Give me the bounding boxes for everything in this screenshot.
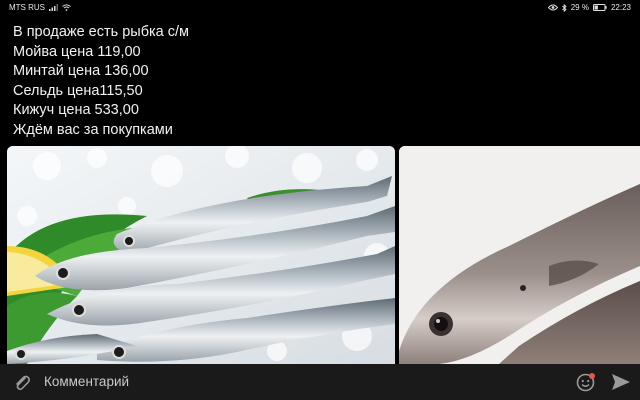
post-line: В продаже есть рыбка с/м	[13, 24, 190, 40]
send-icon[interactable]	[611, 373, 631, 391]
status-left: MTS RUS	[9, 3, 71, 12]
post-line: Сельдь цена115,50	[13, 82, 143, 99]
pollock-fish-photo	[399, 146, 640, 364]
status-right: 29 % 22:23	[547, 3, 631, 12]
eye-icon	[547, 4, 558, 11]
post-photo-pollock[interactable]	[399, 146, 640, 364]
carrier-name: MTS RUS	[9, 3, 45, 12]
battery-icon	[592, 4, 607, 11]
post-line: Мойва цена 119,00	[13, 43, 141, 60]
post-text: В продаже есть рыбка с/м Мойва цена 119,…	[13, 23, 189, 140]
battery-percent: 29 %	[570, 3, 589, 12]
comment-bar: Комментарий	[0, 364, 640, 400]
emoji-icon[interactable]	[576, 372, 596, 392]
status-bar: MTS RUS 29 % 22:23	[0, 0, 640, 16]
bluetooth-icon	[561, 3, 567, 12]
post-line: Минтай цена 136,00	[13, 63, 149, 79]
capelin-fish-photo	[7, 146, 395, 364]
clock-time: 22:23	[610, 3, 631, 12]
comment-input[interactable]: Комментарий	[44, 374, 129, 389]
signal-icon	[49, 4, 58, 11]
post-photo-capelin[interactable]	[7, 146, 395, 364]
post-line: Ждём вас за покупками	[13, 121, 173, 138]
paperclip-icon[interactable]	[12, 373, 32, 393]
post-line: Кижуч цена 533,00	[13, 102, 139, 118]
wifi-icon	[62, 4, 71, 11]
